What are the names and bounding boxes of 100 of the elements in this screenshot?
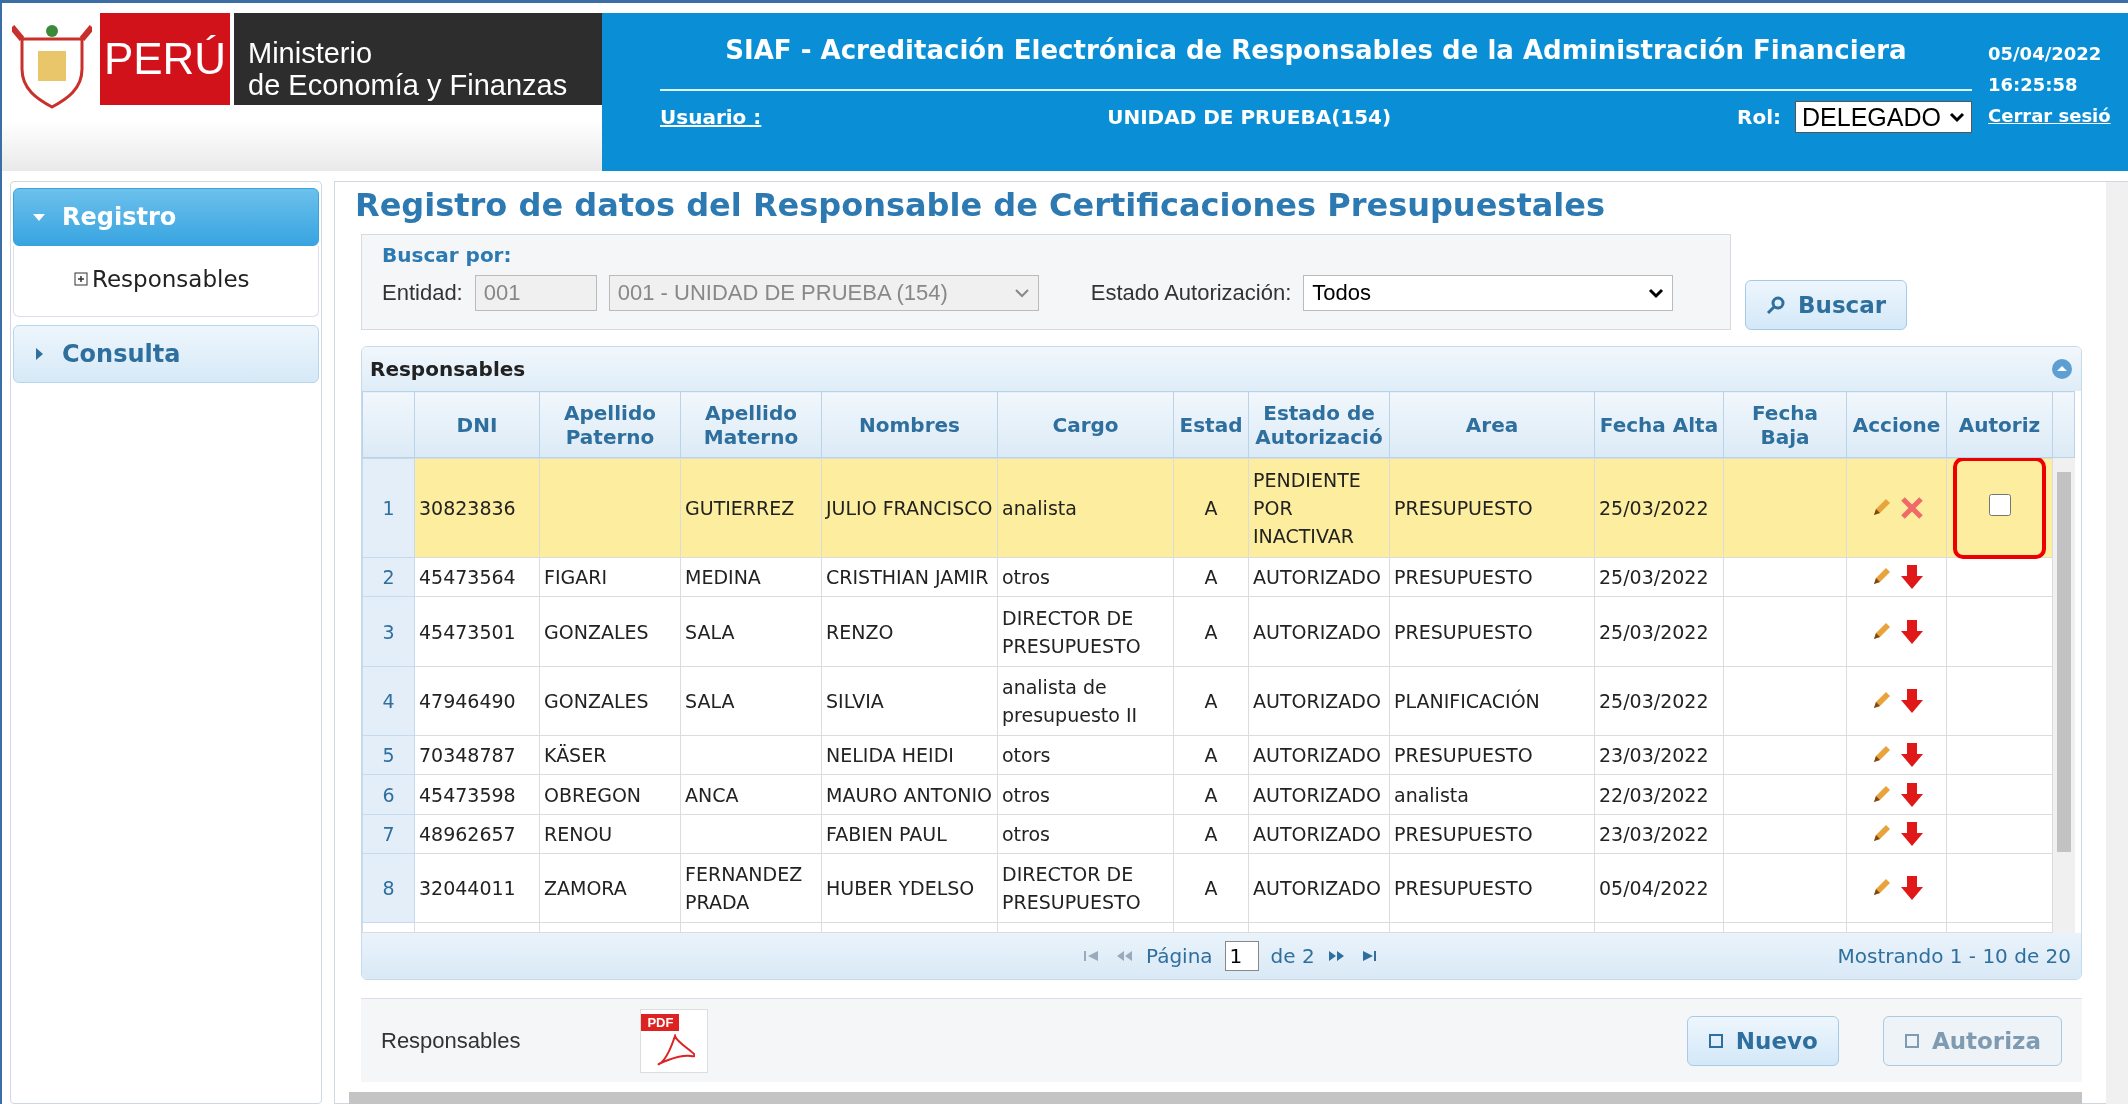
table-cell: analista [1389,774,1595,815]
collapse-icon[interactable] [2051,358,2073,380]
table-cell: A [1173,666,1249,736]
table-cell: 25/03/2022 [1594,458,1724,558]
table-cell: NELIDA HEIDI [821,735,998,775]
table-cell: FIGARI [539,557,681,597]
row-number: 1 [362,458,415,558]
page-label: Página [1146,944,1213,968]
table-cell: PRESUPUESTO [1389,814,1595,854]
column-header[interactable]: Area [1389,391,1595,458]
sidebar-section[interactable]: Registro [13,188,319,246]
column-header[interactable]: Cargo [997,391,1174,458]
table-cell: PRESUPUESTO [1389,735,1595,775]
table-cell: AUTORIZADO [1248,774,1390,815]
table-cell: PRESUPUESTO [1389,853,1595,923]
column-header[interactable]: Fecha Alta [1594,391,1724,458]
table-cell: AUTORIZADO [1248,557,1390,597]
down-arrow-icon[interactable] [1899,618,1924,645]
action-button[interactable]: Nuevo [1686,1015,1839,1066]
down-arrow-icon[interactable] [1899,820,1924,847]
table-cell: A [1173,814,1249,854]
table-cell: PRESUPUESTO [1389,458,1595,558]
entity-label: Entidad: [382,280,463,306]
down-arrow-icon[interactable] [1899,875,1924,902]
table-cell: CRISTHIAN JAMIR [821,557,998,597]
down-arrow-icon[interactable] [1899,742,1924,769]
table-cell: OBREGON [539,774,681,815]
table-cell: DIRECTOR DE PRESUPUESTO [997,853,1174,923]
role-select[interactable]: DELEGADO [1795,101,1972,133]
page-field[interactable]: 1 [1224,941,1259,971]
table-cell: AUTORIZADO [1248,666,1390,736]
chevron-down-icon [1949,111,1965,123]
date-text: 05/04/2022 [1988,43,2102,64]
table-cell: 45473501 [414,596,540,667]
table-cell: otros [997,814,1174,854]
table-cell: 45473564 [414,557,540,597]
table-cell: A [1173,557,1249,597]
table-cell: KÄSER [539,735,681,775]
search-icon [1766,295,1786,315]
table-cell: A [1173,853,1249,923]
column-header[interactable]: Nombres [821,391,998,458]
status-label: Estado Autorización: [1090,280,1292,306]
user-name: UNIDAD DE PRUEBA(154) [1106,105,1393,129]
table-cell: JULIO FRANCISCO [821,458,998,558]
column-header[interactable]: Apellido Paterno [539,391,681,458]
country-name: PERÚ [100,13,230,105]
square-icon [1903,1032,1920,1049]
table-cell: otors [997,735,1174,775]
table-cell: 22/03/2022 [1594,774,1724,815]
table-cell: 05/04/2022 [1594,853,1724,923]
table-cell: 30823836 [414,458,540,558]
table-cell: PENDIENTE POR INACTIVAR [1248,458,1390,558]
table-cell: MAURO ANTONIO [821,774,998,815]
column-header[interactable]: Estad [1173,391,1249,458]
cross-icon[interactable] [1899,496,1924,520]
authorize-checkbox[interactable] [1988,493,2011,516]
table-cell: 48962657 [414,814,540,854]
table-cell: ZAMORA [539,853,681,923]
table-cell: MEDINA [680,557,822,597]
table-cell: 32044011 [414,853,540,923]
search-button[interactable]: Buscar [1745,280,1908,330]
status-select[interactable]: Todos [1303,275,1674,311]
table-cell: A [1173,596,1249,667]
app-title: SIAF - Acreditación Electrónica de Responsables de la Administración Financiera [660,13,1972,91]
table-cell: analista de presupuesto II [997,666,1174,736]
table-cell: 25/03/2022 [1594,666,1724,736]
table-cell: FABIEN PAUL [821,814,998,854]
column-header[interactable]: Estado de Autorizació [1248,391,1390,458]
fieldset-legend: Buscar por: [382,243,1710,267]
table-cell: 47946490 [414,666,540,736]
record-summary: Mostrando 1 - 10 de 20 [1837,944,2071,968]
table-cell: A [1173,458,1249,558]
down-arrow-icon[interactable] [1899,781,1924,808]
table-cell: ANCA [680,774,822,815]
logout-link[interactable]: Cerrar sesió [1988,105,2111,126]
table-cell: AUTORIZADO [1248,814,1390,854]
tree-item[interactable]: Responsables [92,266,250,292]
column-header[interactable]: DNI [414,391,540,458]
column-header[interactable]: Autoriz [1946,391,2053,458]
table-cell: SALA [680,666,822,736]
pdf-icon[interactable]: PDF [640,1008,709,1073]
table-cell: SALA [680,596,822,667]
column-header[interactable]: Fecha Baja [1723,391,1847,458]
entity-select[interactable]: 001 - UNIDAD DE PRUEBA (154) [608,275,1039,311]
chevron-down-icon [1648,287,1665,299]
table-cell: otros [997,774,1174,815]
down-arrow-icon[interactable] [1899,564,1924,591]
column-header[interactable]: Accione [1846,391,1947,458]
user-link[interactable]: Usuario : [660,105,762,129]
sidebar-section[interactable]: Consulta [13,325,319,383]
down-arrow-icon[interactable] [1899,687,1924,714]
table-cell: GONZALES [539,596,681,667]
table-cell: AUTORIZADO [1248,853,1390,923]
row-number: 7 [362,814,415,854]
plus-box-icon [74,272,88,286]
entity-code-field[interactable]: 001 [474,275,597,311]
grid-title: Responsables [370,357,526,381]
table-cell: otros [997,557,1174,597]
column-header[interactable]: Apellido Materno [680,391,822,458]
page-title: Registro de datos del Responsable de Certificaciones Presupuestales [354,185,1606,226]
